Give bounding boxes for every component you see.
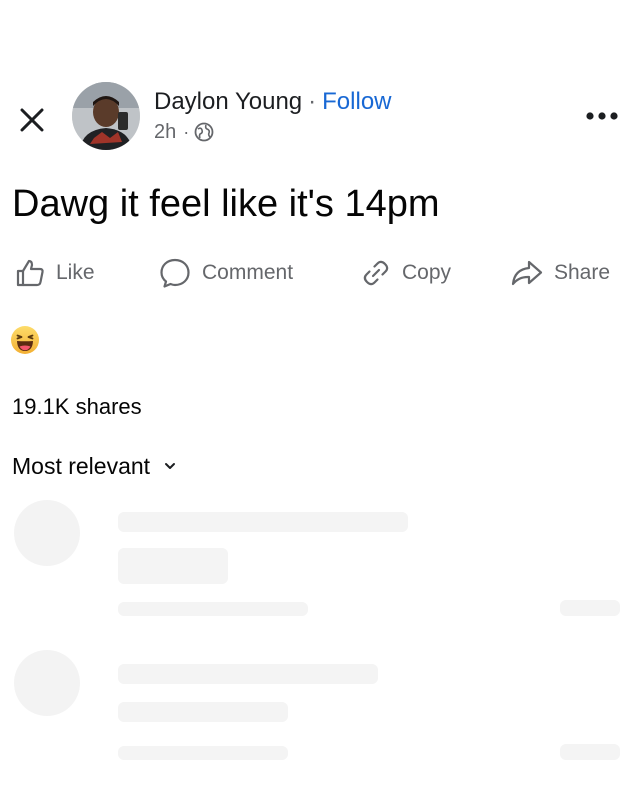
close-icon — [18, 106, 46, 134]
shares-count[interactable]: 19.1K shares — [12, 394, 142, 420]
author-line: Daylon Young · Follow — [154, 86, 392, 118]
share-arrow-icon — [510, 257, 544, 289]
comment-line-faded — [118, 512, 408, 532]
more-options-button[interactable] — [580, 104, 624, 128]
post-meta: 2h · — [154, 119, 214, 145]
sort-label: Most relevant — [12, 452, 151, 479]
author-avatar[interactable] — [72, 82, 140, 150]
more-options-icon — [584, 111, 620, 121]
haha-reaction-icon[interactable] — [10, 325, 40, 355]
link-icon — [360, 257, 392, 289]
comment-bubble-icon — [158, 256, 192, 290]
share-button[interactable]: Share — [510, 253, 610, 293]
comment-line-faded — [560, 600, 620, 616]
comment-line-faded — [118, 548, 228, 584]
comment-line-faded — [560, 744, 620, 760]
thumbs-up-icon — [14, 257, 46, 289]
meta-separator: · — [183, 121, 190, 142]
reaction-summary-faded — [52, 330, 392, 352]
like-button[interactable]: Like — [14, 253, 95, 293]
comment-line-faded — [118, 746, 288, 760]
globe-icon — [194, 122, 214, 142]
comment-line-faded — [118, 664, 378, 684]
comment-avatar-faded — [14, 500, 80, 566]
separator: · — [308, 88, 317, 115]
copy-link-button[interactable]: Copy — [360, 253, 451, 293]
comment-sort-dropdown[interactable]: Most relevant — [12, 451, 176, 481]
follow-button[interactable]: Follow — [322, 88, 391, 116]
comment-line-faded — [118, 602, 308, 616]
chevron-down-icon — [164, 461, 176, 471]
comment-label: Comment — [202, 261, 294, 284]
post-timestamp[interactable]: 2h — [154, 121, 176, 144]
like-label: Like — [56, 261, 95, 284]
comment-line-faded — [118, 702, 288, 722]
copy-label: Copy — [402, 261, 452, 284]
author-name[interactable]: Daylon Young — [154, 88, 302, 116]
post-text: Dawg it feel like it's 14pm — [12, 183, 440, 225]
comment-button[interactable]: Comment — [158, 253, 293, 293]
close-button[interactable] — [12, 100, 52, 140]
comment-avatar-faded — [14, 650, 80, 716]
share-label: Share — [554, 261, 611, 284]
